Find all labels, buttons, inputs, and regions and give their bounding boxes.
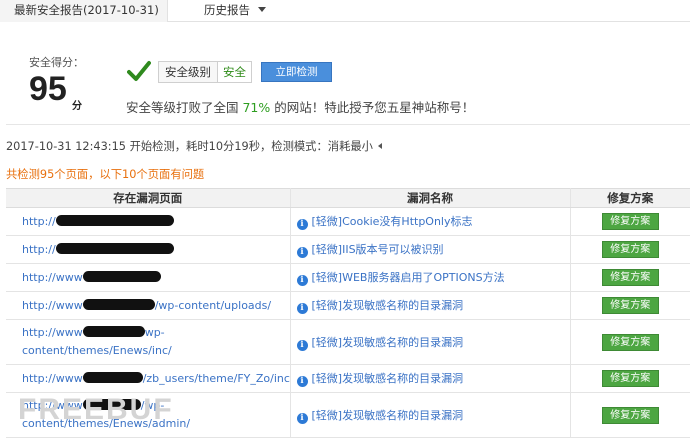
vuln-name-text: [轻微]IIS版本号可以被识别	[311, 243, 444, 256]
fix-button[interactable]: 修复方案	[601, 297, 659, 314]
url-text: http://	[22, 214, 56, 228]
redaction	[55, 242, 174, 254]
vuln-name[interactable]: i [轻微]发现敏感名称的目录漏洞	[290, 291, 571, 320]
tab-history-report[interactable]: 历史报告	[204, 2, 266, 18]
vuln-page-link[interactable]: http://www/wp-content/uploads/	[6, 291, 291, 320]
url-text: /wp-content/uploads/	[154, 298, 272, 312]
check-icon	[127, 61, 151, 81]
vuln-page-link[interactable]: http://	[6, 207, 291, 236]
info-icon: i	[296, 376, 308, 387]
vuln-name-text: [轻微]发现敏感名称的目录漏洞	[311, 299, 464, 312]
fix-cell: 修复方案	[570, 235, 690, 264]
caret-left-icon[interactable]	[377, 143, 382, 149]
info-icon: i	[296, 275, 308, 286]
vuln-name[interactable]: i [轻微]WEB服务器启用了OPTIONS方法	[290, 263, 571, 292]
url-text: http://www	[22, 371, 83, 385]
url-text: /zb_users/theme/FY_Zo/incluc	[142, 371, 290, 385]
fix-button[interactable]: 修复方案	[601, 213, 659, 230]
url-text: http://www	[22, 326, 83, 339]
table-row: http:// i [轻微]IIS版本号可以被识别 修复方案	[6, 235, 690, 264]
security-level-value: 安全	[217, 62, 251, 82]
table-row: http://www wp-content/themes/Enews/inc/ i…	[6, 319, 690, 365]
vuln-name[interactable]: i [轻微]Cookie没有HttpOnly标志	[290, 207, 571, 236]
scan-now-button[interactable]: 立即检测	[261, 62, 332, 82]
redaction	[55, 214, 174, 226]
summary-text: 安全等级打败了全国 71% 的网站！特此授予您五星神站称号！	[126, 97, 474, 116]
info-icon: i	[296, 339, 308, 351]
url-text: http://www	[22, 270, 83, 284]
url-text: http://	[22, 242, 56, 256]
fix-cell: 修复方案	[570, 392, 690, 438]
fix-cell: 修复方案	[570, 319, 690, 365]
redaction	[82, 371, 143, 383]
table-header: 存在漏洞页面 漏洞名称 修复方案	[6, 188, 690, 208]
vuln-name-text: [轻微]发现敏感名称的目录漏洞	[311, 408, 464, 422]
info-icon: i	[296, 247, 308, 258]
vuln-name[interactable]: i [轻微]发现敏感名称的目录漏洞	[290, 392, 571, 438]
tab-history-label: 历史报告	[204, 3, 250, 17]
report-tabs: 最新安全报告(2017-10-31) 历史报告	[0, 0, 690, 22]
summary-percent: 71%	[242, 100, 271, 115]
score-value: 95	[29, 70, 67, 108]
issue-count: 共检测95个页面，以下10个页面有问题	[6, 168, 205, 181]
url-text: http://www	[22, 298, 83, 312]
vuln-name[interactable]: i [轻微]IIS版本号可以被识别	[290, 235, 571, 264]
table-row: http://www/wp-content/uploads/ i [轻微]发现敏感…	[6, 291, 690, 320]
fix-button[interactable]: 修复方案	[601, 406, 659, 424]
fix-button[interactable]: 修复方案	[601, 269, 659, 286]
score-label: 安全得分：	[29, 56, 84, 69]
fix-cell: 修复方案	[570, 364, 690, 393]
header-vuln: 漏洞名称	[290, 188, 571, 208]
scan-meta-text: 2017-10-31 12:43:15 开始检测，耗时10分19秒，检测模式：消…	[6, 140, 373, 153]
vuln-page-link[interactable]: http://www	[6, 263, 291, 292]
vuln-page-link[interactable]: http://	[6, 235, 291, 264]
vuln-page-link[interactable]: http://www/zb_users/theme/FY_Zo/incluc	[6, 364, 291, 393]
vuln-page-link[interactable]: http://www wp-content/themes/Enews/inc/	[6, 319, 291, 365]
fix-button[interactable]: 修复方案	[601, 370, 659, 387]
table-row: http://www/zb_users/theme/FY_Zo/incluc i…	[6, 364, 690, 393]
vuln-name-text: [轻微]发现敏感名称的目录漏洞	[311, 335, 464, 349]
info-icon: i	[296, 412, 308, 424]
header-page: 存在漏洞页面	[6, 188, 291, 208]
tab-latest-report[interactable]: 最新安全报告(2017-10-31)	[0, 0, 168, 22]
chevron-down-icon	[258, 7, 266, 12]
summary-suffix: 的网站！特此授予您五星神站称号！	[270, 100, 475, 115]
fix-cell: 修复方案	[570, 263, 690, 292]
score-unit: 分	[72, 101, 82, 112]
security-level-label: 安全级别	[165, 65, 211, 79]
redaction	[82, 270, 161, 282]
fix-cell: 修复方案	[570, 291, 690, 320]
redaction	[82, 326, 145, 337]
divider	[6, 124, 690, 125]
vuln-name-text: [轻微]WEB服务器启用了OPTIONS方法	[311, 271, 505, 284]
fix-cell: 修复方案	[570, 207, 690, 236]
header-fix: 修复方案	[570, 188, 690, 208]
info-icon: i	[296, 219, 308, 230]
info-icon: i	[296, 303, 308, 314]
fix-button[interactable]: 修复方案	[601, 241, 659, 258]
table-row: http:// i [轻微]Cookie没有HttpOnly标志 修复方案	[6, 207, 690, 236]
vuln-name-text: [轻微]Cookie没有HttpOnly标志	[311, 215, 473, 228]
table-row: http://www i [轻微]WEB服务器启用了OPTIONS方法 修复方案	[6, 263, 690, 292]
vuln-name[interactable]: i [轻微]发现敏感名称的目录漏洞	[290, 364, 571, 393]
scan-meta: 2017-10-31 12:43:15 开始检测，耗时10分19秒，检测模式：消…	[6, 138, 382, 154]
summary-prefix: 安全等级打败了全国	[126, 100, 243, 115]
fix-button[interactable]: 修复方案	[601, 333, 659, 351]
watermark: FREEBUF	[18, 393, 174, 426]
vuln-name-text: [轻微]发现敏感名称的目录漏洞	[311, 372, 464, 385]
security-level-badge: 安全级别 安全	[158, 61, 252, 83]
redaction	[82, 298, 155, 310]
vuln-name[interactable]: i [轻微]发现敏感名称的目录漏洞	[290, 319, 571, 365]
